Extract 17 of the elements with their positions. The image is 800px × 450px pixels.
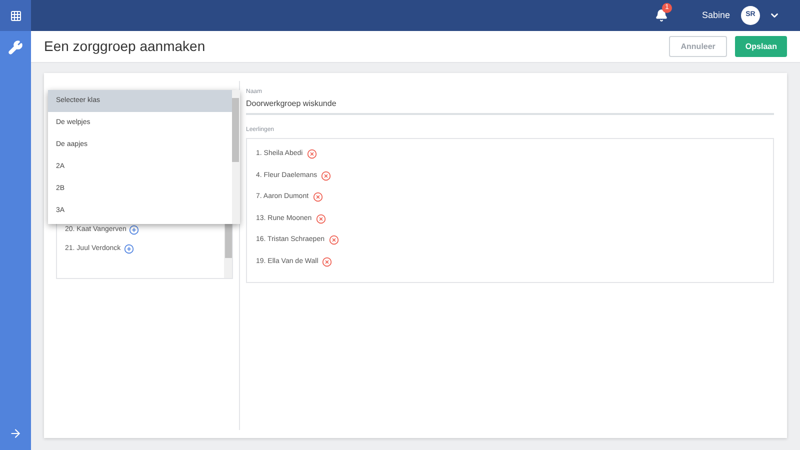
apps-grid-icon bbox=[10, 10, 22, 22]
remove-icon[interactable] bbox=[312, 192, 323, 202]
page-title: Een zorggroep aanmaken bbox=[44, 37, 206, 56]
user-name: Sabine bbox=[702, 8, 730, 22]
remove-icon[interactable] bbox=[328, 235, 338, 246]
remove-icon[interactable] bbox=[306, 149, 317, 160]
name-field[interactable]: Doorwerkgroep wiskunde bbox=[246, 97, 774, 115]
add-icon[interactable] bbox=[129, 225, 140, 236]
arrow-right-icon[interactable] bbox=[9, 427, 22, 440]
remove-icon[interactable] bbox=[316, 214, 326, 224]
remove-icon[interactable] bbox=[321, 170, 332, 181]
wrench-icon[interactable] bbox=[8, 40, 23, 55]
scrollbar[interactable] bbox=[232, 90, 240, 224]
add-icon[interactable] bbox=[124, 244, 134, 254]
remove-icon[interactable] bbox=[322, 256, 332, 267]
apps-button[interactable] bbox=[0, 0, 31, 31]
bell-icon[interactable] bbox=[654, 9, 668, 22]
